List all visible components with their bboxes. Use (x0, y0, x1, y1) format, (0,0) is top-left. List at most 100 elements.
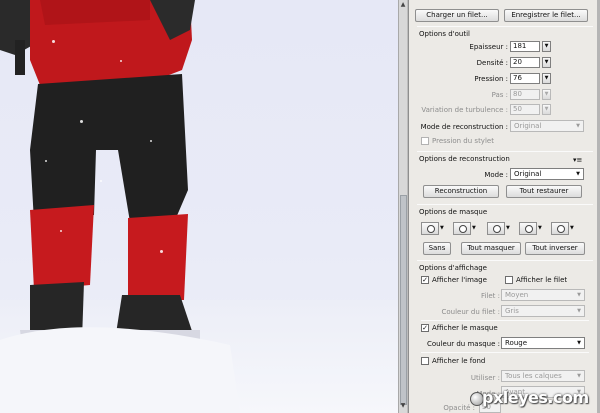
brush-rate-label: Pas : (491, 91, 508, 99)
mesh-color-value: Gris (505, 307, 519, 315)
chevron-down-icon: ▼ (576, 123, 580, 129)
use-label: Utiliser : (470, 374, 500, 382)
brush-pressure-label: Pression : (474, 75, 508, 83)
show-backdrop-checkbox[interactable] (421, 357, 429, 365)
brush-density-label: Densité : (476, 59, 508, 67)
snowflake (100, 180, 102, 182)
panel-menu-icon[interactable]: ▾≡ (573, 156, 582, 164)
stylus-pressure-checkbox[interactable] (421, 137, 429, 145)
show-mesh-label: Afficher le filet (516, 276, 568, 284)
show-image-checkbox[interactable]: ✓ (421, 276, 429, 284)
mesh-size-value: Moyen (505, 291, 529, 299)
stylus-pressure-label: Pression du stylet (432, 137, 494, 145)
scroll-down-arrow-icon[interactable]: ▼ (399, 402, 407, 412)
snowflake (45, 160, 47, 162)
mesh-size-select: Moyen ▼ (501, 289, 585, 301)
reconstruct-mode-value: Original (514, 122, 542, 130)
mesh-size-label: Filet : (480, 292, 500, 300)
mask-replace-button[interactable]: ▼ (421, 222, 447, 235)
mask-color-value: Rouge (505, 339, 528, 347)
mask-invert-button[interactable]: ▼ (551, 222, 577, 235)
mask-color-label: Couleur du masque : (426, 340, 500, 348)
use-value: Tous les calques (505, 372, 562, 380)
brush-size-input[interactable]: 181 (510, 41, 540, 52)
mask-box (421, 222, 439, 235)
restore-all-button[interactable]: Tout restaurer (506, 185, 582, 198)
chevron-down-icon: ▼ (577, 340, 581, 346)
reconstruct-mode-select: Original ▼ (510, 120, 584, 132)
chevron-down-icon: ▼ (577, 373, 581, 379)
reconstruct-options-mode-select[interactable]: Original ▼ (510, 168, 584, 180)
brush-density-dropdown-icon[interactable]: ▼ (542, 57, 551, 68)
reconstruct-options-mode-value: Original (514, 170, 542, 178)
mask-all-button[interactable]: Tout masquer (461, 242, 521, 255)
mesh-color-select: Gris ▼ (501, 305, 585, 317)
mask-add-icon (459, 225, 467, 233)
chevron-down-icon: ▼ (576, 171, 580, 177)
invert-all-button[interactable]: Tout inverser (525, 242, 585, 255)
tool-options-title: Options d'outil (419, 30, 470, 38)
liquify-options-panel: Charger un filet... Enregistrer le filet… (408, 0, 600, 413)
snowflake (160, 250, 163, 253)
mask-intersect-icon (525, 225, 533, 233)
mask-subtract-button[interactable]: ▼ (487, 222, 513, 235)
snowflake (120, 60, 122, 62)
preview-canvas[interactable] (0, 0, 398, 413)
hiker-figure (0, 0, 240, 413)
mask-box (487, 222, 505, 235)
mask-box (519, 222, 537, 235)
chevron-down-icon: ▼ (538, 225, 542, 231)
divider (417, 260, 593, 261)
turbulent-jitter-dropdown-icon: ▼ (542, 104, 551, 115)
load-mesh-button[interactable]: Charger un filet... (415, 9, 499, 22)
brush-density-input[interactable]: 20 (510, 57, 540, 68)
reconstruction-button[interactable]: Reconstruction (423, 185, 499, 198)
brush-rate-input: 80 (510, 89, 540, 100)
turbulent-jitter-label: Variation de turbulence : (421, 106, 508, 114)
mask-color-select[interactable]: Rouge ▼ (501, 337, 585, 349)
turbulent-jitter-input: 50 (510, 104, 540, 115)
show-mask-label: Afficher le masque (432, 324, 498, 332)
divider (417, 26, 593, 27)
brush-size-label: Epaisseur : (469, 43, 508, 51)
snowflake (150, 140, 152, 142)
brush-size-dropdown-icon[interactable]: ▼ (542, 41, 551, 52)
reconstruct-mode-label: Mode de reconstruction : (420, 123, 508, 131)
snowflake (80, 120, 83, 123)
chevron-down-icon: ▼ (577, 292, 581, 298)
snowflake (60, 230, 62, 232)
show-mask-checkbox[interactable]: ✓ (421, 324, 429, 332)
mask-invert-icon (557, 225, 565, 233)
chevron-down-icon: ▼ (472, 225, 476, 231)
chevron-down-icon: ▼ (577, 308, 581, 314)
watermark-text: pxleyes.com (482, 388, 589, 407)
brush-pressure-input[interactable]: 76 (510, 73, 540, 84)
divider (417, 204, 593, 205)
view-options-title: Options d'affichage (419, 264, 487, 272)
mask-subtract-icon (493, 225, 501, 233)
mask-none-button[interactable]: Sans (423, 242, 451, 255)
mask-replace-icon (427, 225, 435, 233)
chevron-down-icon: ▼ (570, 225, 574, 231)
mesh-color-label: Couleur du filet : (441, 308, 501, 316)
scrollbar-thumb[interactable] (400, 195, 407, 405)
show-backdrop-label: Afficher le fond (432, 357, 486, 365)
mask-add-button[interactable]: ▼ (453, 222, 479, 235)
reconstruct-mode2-label: Mode : (484, 171, 508, 179)
use-select: Tous les calques ▼ (501, 370, 585, 382)
mask-options-title: Options de masque (419, 208, 488, 216)
divider (421, 320, 589, 321)
brush-rate-dropdown-icon: ▼ (542, 89, 551, 100)
reconstruct-options-title: Options de reconstruction (419, 155, 510, 163)
mask-box (453, 222, 471, 235)
snowflake (52, 40, 55, 43)
vertical-scrollbar[interactable]: ▲ ▼ (398, 0, 408, 413)
chevron-down-icon: ▼ (440, 225, 444, 231)
scroll-up-arrow-icon[interactable]: ▲ (399, 1, 407, 11)
divider (421, 352, 589, 353)
brush-pressure-dropdown-icon[interactable]: ▼ (542, 73, 551, 84)
mask-intersect-button[interactable]: ▼ (519, 222, 545, 235)
show-mesh-checkbox[interactable] (505, 276, 513, 284)
opacity-label: Opacité : (443, 404, 475, 412)
save-mesh-button[interactable]: Enregistrer le filet... (504, 9, 588, 22)
